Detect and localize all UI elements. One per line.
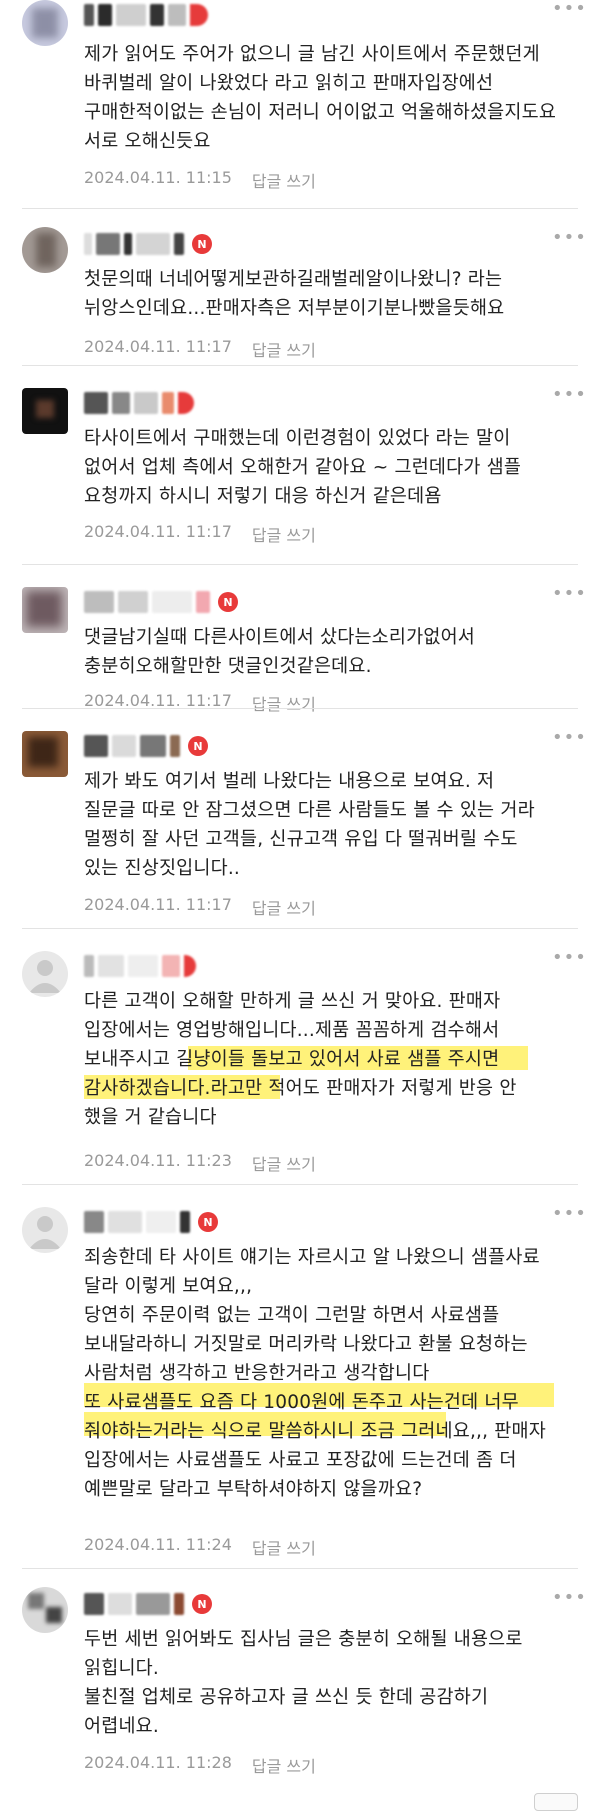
default-user-icon [29, 960, 61, 993]
avatar[interactable] [22, 0, 68, 46]
new-badge: N [192, 1594, 212, 1614]
author-name-blurred[interactable]: N [84, 1209, 218, 1235]
avatar[interactable] [22, 1587, 68, 1633]
comment-meta: 2024.04.11. 11:17 답글 쓰기 [84, 337, 316, 361]
comment-text: 제가 봐도 여기서 벌레 나왔다는 내용으로 보여요. 저 질문글 따로 안 잠그… [84, 771, 535, 879]
comment-item: ••• 제가 읽어도 주어가 없으니 글 남긴 사이트에서 주문했던게 바퀴벌레 … [0, 0, 600, 209]
author-name-blurred[interactable]: N [84, 589, 238, 615]
comment-text: 댓글남기실때 다른사이트에서 샀다는소리가없어서 충분히오해할만한 댓글인것같은데… [84, 627, 476, 677]
new-badge: N [192, 234, 212, 254]
comment-item: N ••• 제가 봐도 여기서 벌레 나왔다는 내용으로 보여요. 저 질문글 따… [0, 709, 600, 929]
author-name-blurred[interactable] [84, 2, 208, 28]
comment-item: N ••• 죄송한데 타 사이트 얘기는 자르시고 알 나왔으니 샘플사료 달라… [0, 1185, 600, 1569]
comment-meta: 2024.04.11. 11:17 답글 쓰기 [84, 895, 316, 919]
comment-text: 다른 고객이 오해할 만하게 글 쓰신 거 맞아요. 판매자 입장에서는 영업방… [84, 991, 517, 1128]
author-name-blurred[interactable] [84, 390, 194, 416]
avatar[interactable] [22, 731, 68, 777]
comment-meta: 2024.04.11. 11:15 답글 쓰기 [84, 168, 316, 192]
more-options-icon[interactable]: ••• [552, 949, 586, 971]
avatar[interactable] [22, 587, 68, 633]
author-name-blurred[interactable]: N [84, 1591, 212, 1617]
more-options-icon[interactable]: ••• [552, 729, 586, 751]
timestamp: 2024.04.11. 11:28 [84, 1753, 232, 1772]
timestamp: 2024.04.11. 11:24 [84, 1535, 232, 1554]
timestamp: 2024.04.11. 11:15 [84, 168, 232, 187]
timestamp: 2024.04.11. 11:17 [84, 522, 232, 541]
reply-button[interactable]: 답글 쓰기 [252, 168, 316, 192]
comment-text: 죄송한데 타 사이트 얘기는 자르시고 알 나왔으니 샘플사료 달라 이렇게 보… [84, 1247, 546, 1500]
reply-button[interactable]: 답글 쓰기 [252, 1535, 316, 1559]
comment-item: N ••• 두번 세번 읽어봐도 집사님 글은 충분히 오해될 내용으로 읽힙니다… [0, 1569, 600, 1817]
comment-text: 첫문의때 너네어떻게보관하길래벌레알이나왔니? 라는 뉘앙스인데요...판매자측은… [84, 269, 505, 319]
avatar[interactable] [22, 227, 68, 273]
comment-meta: 2024.04.11. 11:24 답글 쓰기 [84, 1535, 316, 1559]
comment-item: N ••• 첫문의때 너네어떻게보관하길래벌레알이나왔니? 라는 뉘앙스인데요..… [0, 209, 600, 366]
scroll-button[interactable] [534, 1793, 578, 1811]
reply-button[interactable]: 답글 쓰기 [252, 895, 316, 919]
timestamp: 2024.04.11. 11:17 [84, 337, 232, 356]
comment-meta: 2024.04.11. 11:23 답글 쓰기 [84, 1151, 316, 1175]
default-user-icon [29, 1216, 61, 1249]
more-options-icon[interactable]: ••• [552, 229, 586, 251]
avatar-default[interactable] [22, 951, 68, 997]
more-options-icon[interactable]: ••• [552, 585, 586, 607]
author-name-blurred[interactable]: N [84, 733, 208, 759]
comment-item: ••• 타사이트에서 구매했는데 이런경험이 있었다 라는 말이 없어서 업체 측… [0, 366, 600, 565]
avatar[interactable] [22, 388, 68, 434]
more-options-icon[interactable]: ••• [552, 0, 586, 22]
more-options-icon[interactable]: ••• [552, 1589, 586, 1611]
timestamp: 2024.04.11. 11:23 [84, 1151, 232, 1170]
more-options-icon[interactable]: ••• [552, 386, 586, 408]
author-name-blurred[interactable] [84, 953, 196, 979]
comment-meta: 2024.04.11. 11:28 답글 쓰기 [84, 1753, 316, 1777]
reply-button[interactable]: 답글 쓰기 [252, 522, 316, 546]
comment-item: ••• 다른 고객이 오해할 만하게 글 쓰신 거 맞아요. 판매자 입장에서는… [0, 929, 600, 1185]
comment-text: 타사이트에서 구매했는데 이런경험이 있었다 라는 말이 없어서 업체 측에서 오… [84, 428, 522, 507]
reply-button[interactable]: 답글 쓰기 [252, 1753, 316, 1777]
avatar-default[interactable] [22, 1207, 68, 1253]
comment-meta: 2024.04.11. 11:17 답글 쓰기 [84, 522, 316, 546]
new-badge: N [188, 736, 208, 756]
reply-button[interactable]: 답글 쓰기 [252, 337, 316, 361]
timestamp: 2024.04.11. 11:17 [84, 895, 232, 914]
new-badge: N [198, 1212, 218, 1232]
comment-item: N ••• 댓글남기실때 다른사이트에서 샀다는소리가없어서 충분히오해할만한 댓… [0, 565, 600, 714]
author-name-blurred[interactable]: N [84, 231, 212, 257]
reply-button[interactable]: 답글 쓰기 [252, 1151, 316, 1175]
comment-text: 두번 세번 읽어봐도 집사님 글은 충분히 오해될 내용으로 읽힙니다. 불친절 업… [84, 1629, 523, 1737]
comment-text: 제가 읽어도 주어가 없으니 글 남긴 사이트에서 주문했던게 바퀴벌레 알이 나… [84, 44, 557, 152]
new-badge: N [218, 592, 238, 612]
more-options-icon[interactable]: ••• [552, 1205, 586, 1227]
